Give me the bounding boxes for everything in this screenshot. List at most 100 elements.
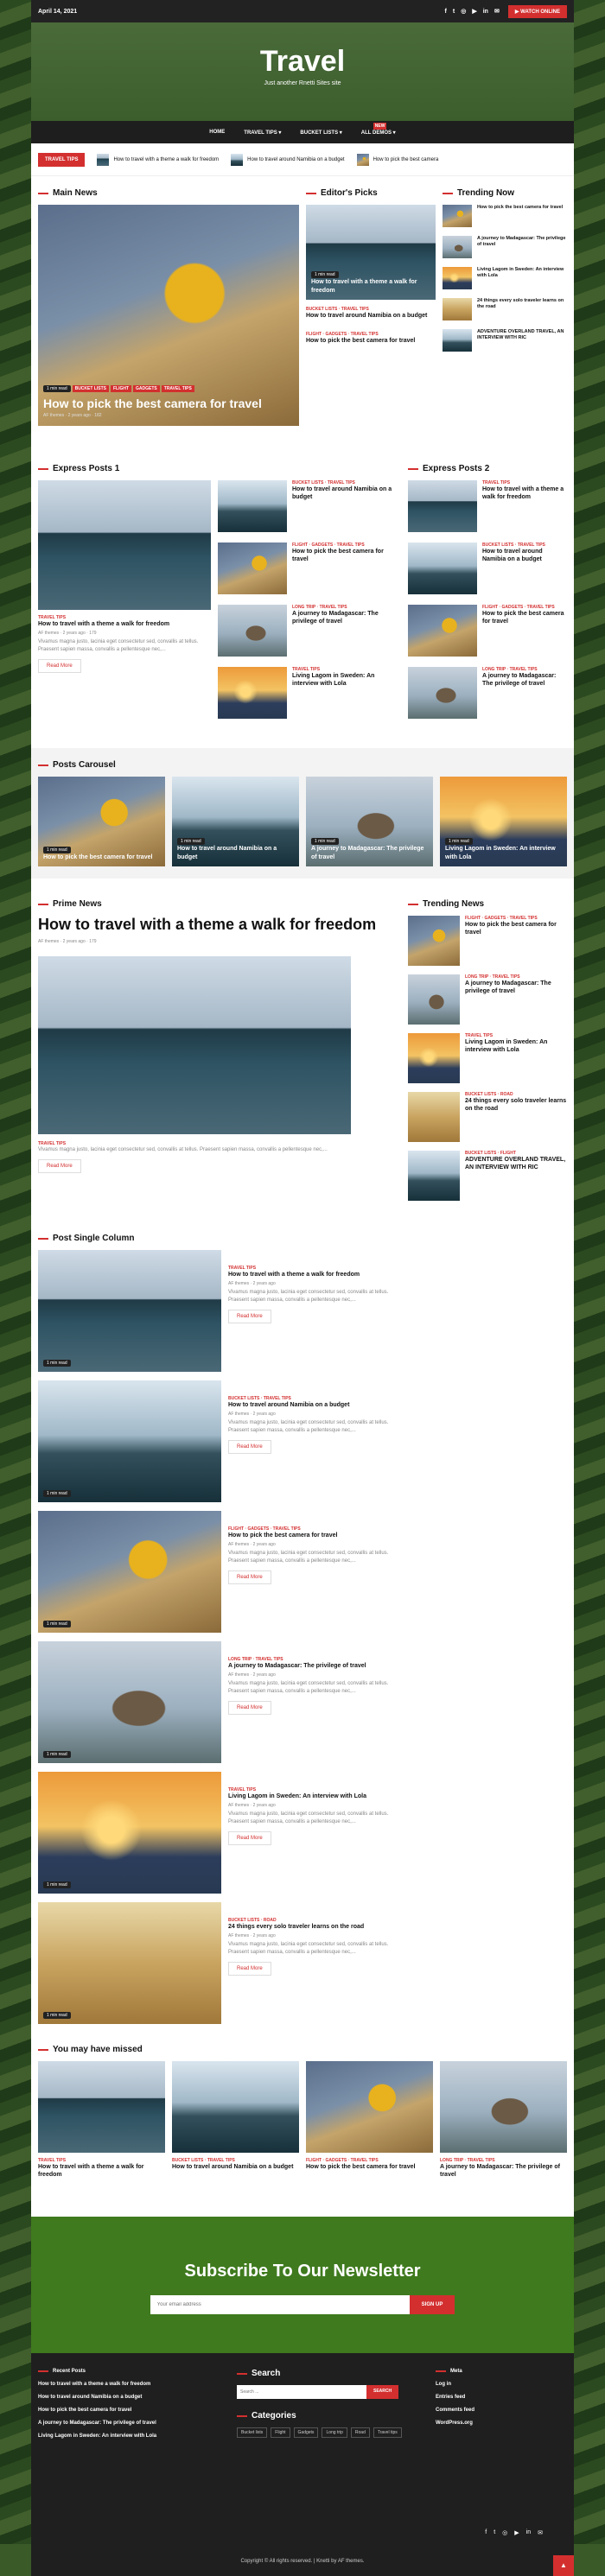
nav-bucket-lists[interactable]: BUCKET LISTS ▾ xyxy=(300,130,341,136)
prime-title[interactable]: How to travel with a theme a walk for fr… xyxy=(38,916,401,934)
nav-travel-tips[interactable]: TRAVEL TIPS ▾ xyxy=(244,130,281,136)
category-tag[interactable]: Road xyxy=(350,2427,370,2438)
footer-link[interactable]: Living Lagom in Sweden: An interview wit… xyxy=(38,2433,211,2439)
read-more-button[interactable]: Read More xyxy=(228,1439,271,1454)
post-image[interactable]: 1 min read xyxy=(38,1511,221,1633)
instagram-icon[interactable]: ◎ xyxy=(461,8,466,15)
category-tag[interactable]: Travel tips xyxy=(373,2427,402,2438)
trending-news-item[interactable]: TRAVEL TIPS Living Lagom in Sweden: An in… xyxy=(408,1033,567,1083)
trending-item[interactable]: A journey to Madagascar: The privilege o… xyxy=(442,236,567,258)
post-title[interactable]: How to pick the best camera for travel xyxy=(228,1532,401,1539)
express2-item[interactable]: BUCKET LISTS · TRAVEL TIPS How to travel … xyxy=(408,542,567,596)
trending-item[interactable]: 24 things every solo traveler learns on … xyxy=(442,298,567,320)
instagram-icon[interactable]: ◎ xyxy=(502,2529,507,2536)
footer-link[interactable]: How to travel around Namibia on a budget xyxy=(38,2395,211,2400)
ticker-item[interactable]: How to travel with a theme a walk for fr… xyxy=(97,153,219,166)
tag-badge[interactable]: BUCKET LISTS xyxy=(72,385,109,392)
scroll-up-icon[interactable]: ▲ xyxy=(553,2555,574,2576)
post-title[interactable]: 24 things every solo traveler learns on … xyxy=(228,1923,401,1931)
category-tag[interactable]: Bucket lists xyxy=(237,2427,268,2438)
post-image[interactable]: 1 min read xyxy=(38,1250,221,1372)
express-item[interactable]: FLIGHT · GADGETS · TRAVEL TIPS How to pic… xyxy=(218,542,394,596)
category-tag[interactable]: Flight xyxy=(271,2427,290,2438)
post-title[interactable]: Living Lagom in Sweden: An interview wit… xyxy=(445,845,562,861)
trending-item[interactable]: Living Lagom in Sweden: An interview wit… xyxy=(442,267,567,289)
main-post-title[interactable]: How to pick the best camera for travel xyxy=(43,397,294,410)
read-more-button[interactable]: Read More xyxy=(228,1700,271,1715)
trending-item[interactable]: ADVENTURE OVERLAND TRAVEL, AN INTERVIEW … xyxy=(442,329,567,352)
single-post[interactable]: 1 min read FLIGHT · GADGETS · TRAVEL TIPS… xyxy=(38,1511,401,1633)
carousel-card[interactable]: 1 min read A journey to Madagascar: The p… xyxy=(306,777,433,866)
footer-link[interactable]: WordPress.org xyxy=(436,2421,557,2426)
post-image[interactable]: 1 min read xyxy=(38,1772,221,1894)
trending-item[interactable]: How to pick the best camera for travel xyxy=(442,205,567,227)
watch-online-button[interactable]: ▶ WATCH ONLINE xyxy=(507,4,567,18)
missed-card[interactable]: BUCKET LISTS · TRAVEL TIPS How to travel … xyxy=(172,2061,299,2179)
post-image[interactable]: 1 min read xyxy=(38,1902,221,2024)
carousel-card[interactable]: 1 min read How to travel around Namibia o… xyxy=(172,777,299,866)
footer-link[interactable]: Comments feed xyxy=(436,2408,557,2413)
post-title[interactable]: How to travel with a theme a walk for fr… xyxy=(228,1271,401,1278)
footer-link[interactable]: How to travel with a theme a walk for fr… xyxy=(38,2382,211,2387)
express-item[interactable]: LONG TRIP · TRAVEL TIPS A journey to Mada… xyxy=(218,605,394,658)
express2-item[interactable]: LONG TRIP · TRAVEL TIPS A journey to Mada… xyxy=(408,667,567,720)
twitter-icon[interactable]: t xyxy=(494,2529,495,2536)
express-big-image[interactable] xyxy=(38,480,211,610)
read-more-button[interactable]: Read More xyxy=(228,1309,271,1323)
missed-card[interactable]: FLIGHT · GADGETS · TRAVEL TIPS How to pic… xyxy=(306,2061,433,2179)
footer-search-input[interactable] xyxy=(237,2385,366,2399)
footer-link[interactable]: Entries feed xyxy=(436,2395,557,2400)
tag-badge[interactable]: TRAVEL TIPS xyxy=(161,385,194,392)
carousel-card[interactable]: 1 min read How to pick the best camera fo… xyxy=(38,777,165,866)
tag-badge[interactable]: FLIGHT xyxy=(110,385,132,392)
post-title[interactable]: How to travel around Namibia on a budget xyxy=(306,312,436,320)
category-tag[interactable]: Gadgets xyxy=(293,2427,319,2438)
youtube-icon[interactable]: ▶ xyxy=(514,2529,519,2536)
twitter-icon[interactable]: t xyxy=(453,9,455,15)
read-more-button[interactable]: Read More xyxy=(228,1570,271,1584)
linkedin-icon[interactable]: in xyxy=(483,9,488,15)
trending-news-item[interactable]: BUCKET LISTS · ROAD 24 things every solo … xyxy=(408,1092,567,1142)
newsletter-email-input[interactable] xyxy=(150,2295,410,2314)
footer-link[interactable]: Log in xyxy=(436,2382,557,2387)
read-more-button[interactable]: Read More xyxy=(38,1158,81,1173)
facebook-icon[interactable]: f xyxy=(445,9,447,15)
trending-news-item[interactable]: BUCKET LISTS · FLIGHT ADVENTURE OVERLAND … xyxy=(408,1151,567,1201)
main-post-card[interactable]: 1 min read BUCKET LISTS FLIGHT GADGETS TRAV… xyxy=(38,205,299,426)
prime-image[interactable] xyxy=(38,956,351,1134)
single-post[interactable]: 1 min read BUCKET LISTS · TRAVEL TIPS How … xyxy=(38,1380,401,1502)
tag-badge[interactable]: GADGETS xyxy=(133,385,160,392)
post-image[interactable]: 1 min read xyxy=(38,1641,221,1763)
single-post[interactable]: 1 min read BUCKET LISTS · ROAD 24 things e… xyxy=(38,1902,401,2024)
read-more-button[interactable]: Read More xyxy=(38,658,81,673)
read-more-button[interactable]: Read More xyxy=(228,1961,271,1976)
sign-up-button[interactable]: SIGN UP xyxy=(409,2295,455,2314)
category-tag[interactable]: Long trip xyxy=(322,2427,347,2438)
post-title[interactable]: How to travel around Namibia on a budget xyxy=(228,1401,401,1409)
single-post[interactable]: 1 min read TRAVEL TIPS Living Lagom in Swe… xyxy=(38,1772,401,1894)
express2-item[interactable]: FLIGHT · GADGETS · TRAVEL TIPS How to pic… xyxy=(408,605,567,658)
single-post[interactable]: 1 min read LONG TRIP · TRAVEL TIPS A journ… xyxy=(38,1641,401,1763)
linkedin-icon[interactable]: in xyxy=(526,2529,531,2536)
trending-news-item[interactable]: FLIGHT · GADGETS · TRAVEL TIPS How to pic… xyxy=(408,916,567,966)
express-item[interactable]: BUCKET LISTS · TRAVEL TIPS How to travel … xyxy=(218,480,394,534)
carousel-card[interactable]: 1 min read Living Lagom in Sweden: An int… xyxy=(440,777,567,866)
trending-news-item[interactable]: LONG TRIP · TRAVEL TIPS A journey to Mada… xyxy=(408,974,567,1025)
nav-all-demos[interactable]: NEW ALL DEMOS ▾ xyxy=(361,122,396,136)
mail-icon[interactable]: ✉ xyxy=(538,2529,543,2536)
editor-pick-card[interactable]: 1 min read How to travel with a theme a w… xyxy=(305,205,436,300)
post-title[interactable]: How to pick the best camera for travel xyxy=(306,337,436,345)
ticker-item[interactable]: How to travel around Namibia on a budget xyxy=(231,153,345,166)
mail-icon[interactable]: ✉ xyxy=(494,8,500,15)
youtube-icon[interactable]: ▶ xyxy=(472,8,476,15)
express2-item[interactable]: TRAVEL TIPS How to travel with a theme a … xyxy=(408,480,567,534)
post-image[interactable]: 1 min read xyxy=(38,1380,221,1502)
footer-link[interactable]: How to pick the best camera for travel xyxy=(38,2408,211,2413)
post-title[interactable]: A journey to Madagascar: The privilege o… xyxy=(311,845,428,861)
single-post[interactable]: 1 min read TRAVEL TIPS How to travel with … xyxy=(38,1250,401,1372)
post-title[interactable]: How to pick the best camera for travel xyxy=(43,853,160,861)
read-more-button[interactable]: Read More xyxy=(228,1830,271,1845)
express-item[interactable]: TRAVEL TIPS Living Lagom in Sweden: An in… xyxy=(218,667,394,720)
post-title[interactable]: Living Lagom in Sweden: An interview wit… xyxy=(228,1792,401,1800)
post-title[interactable]: How to travel around Namibia on a budget xyxy=(177,845,294,861)
